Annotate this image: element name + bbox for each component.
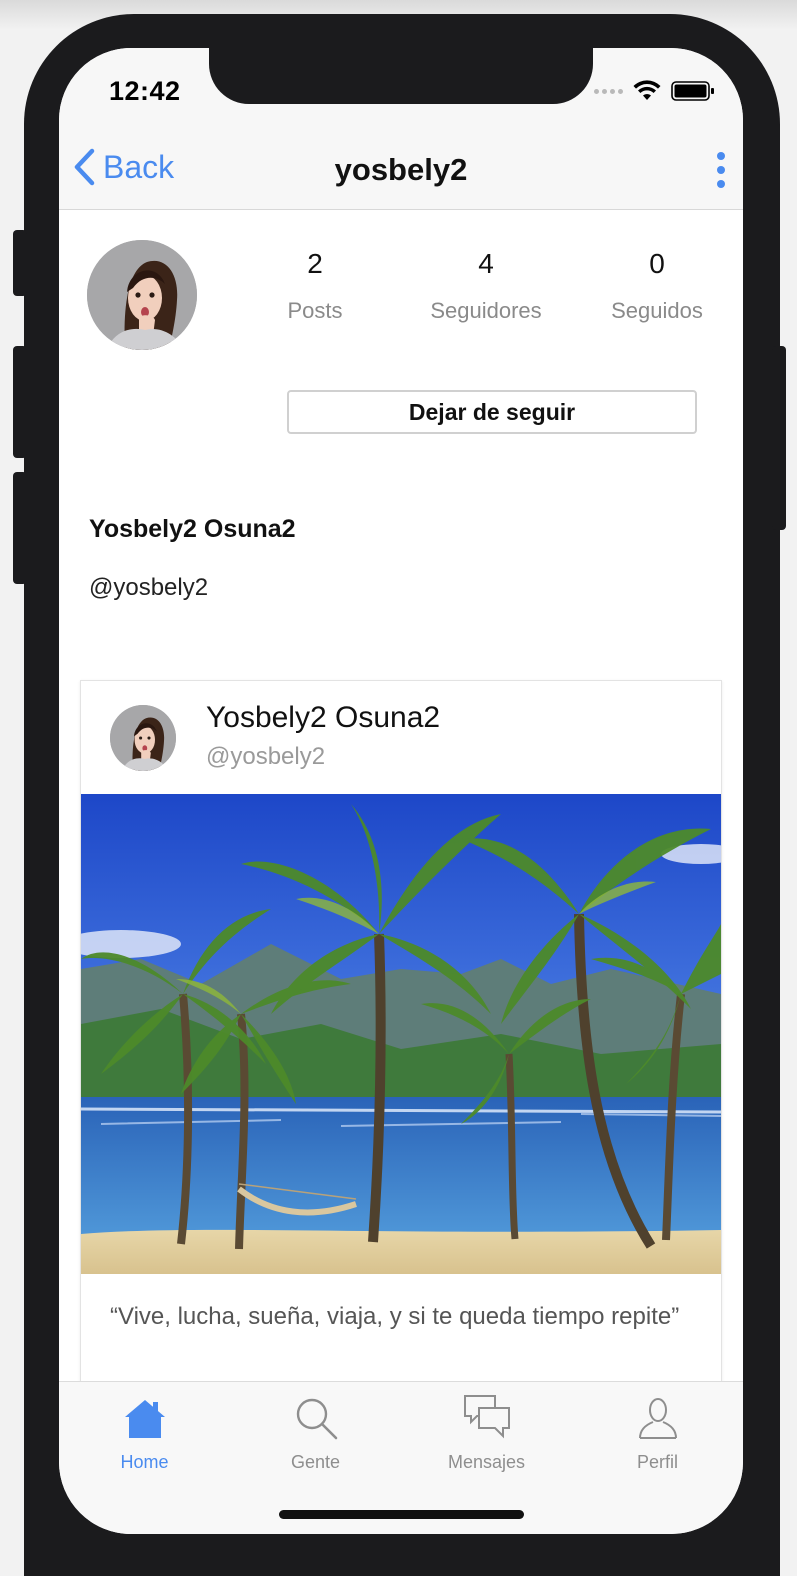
unfollow-button[interactable]: Dejar de seguir <box>287 390 697 434</box>
profile-avatar <box>87 240 197 350</box>
stat-following[interactable]: 0 Seguidos <box>577 248 737 324</box>
tab-label: Perfil <box>636 1452 678 1472</box>
search-icon <box>296 1398 337 1440</box>
post-author-avatar[interactable] <box>110 705 176 771</box>
volume-down-button <box>13 472 27 584</box>
person-icon <box>638 1398 677 1439</box>
tab-mensajes[interactable]: Mensajes <box>401 1392 572 1473</box>
mute-switch <box>13 230 27 296</box>
volume-up-button <box>13 346 27 458</box>
messages-icon <box>463 1395 510 1439</box>
status-time: 12:42 <box>109 76 181 106</box>
post-caption: “Vive, lucha, sueña, viaja, y si te qued… <box>110 1303 680 1330</box>
stat-followers[interactable]: 4 Seguidores <box>406 248 566 324</box>
home-indicator[interactable] <box>279 1510 524 1519</box>
stat-posts[interactable]: 2 Posts <box>235 248 395 324</box>
profile-full-name: Yosbely2 Osuna2 <box>89 515 296 543</box>
more-icon <box>717 152 725 160</box>
status-icons <box>594 80 715 102</box>
stat-value: 0 <box>649 248 665 279</box>
battery-icon <box>671 81 714 101</box>
post-author-handle: @yosbely2 <box>206 743 326 770</box>
tab-home[interactable]: Home <box>59 1392 230 1473</box>
page-title: yosbely2 <box>334 152 468 187</box>
post-author-name[interactable]: Yosbely2 Osuna2 <box>206 701 440 735</box>
profile-handle: @yosbely2 <box>89 574 209 601</box>
app-screenshot: 12:42 Back yosbely2 2 Posts 4 Seguidores… <box>0 0 797 1576</box>
beach-palm-photo <box>81 794 721 1274</box>
tab-perfil[interactable]: Perfil <box>572 1392 743 1473</box>
cellular-signal-icon <box>594 88 623 94</box>
stat-label: Seguidos <box>611 298 703 323</box>
post-image[interactable] <box>81 794 721 1274</box>
wifi-icon <box>633 80 661 100</box>
tab-label: Gente <box>290 1452 341 1472</box>
stat-value: 4 <box>478 248 494 279</box>
notch <box>209 48 593 104</box>
tab-label: Home <box>120 1452 169 1472</box>
stat-label: Posts <box>287 298 343 323</box>
power-button <box>772 346 786 530</box>
navigation-bar: 12:42 Back yosbely2 <box>59 48 743 210</box>
home-icon <box>124 1400 165 1438</box>
tab-label: Mensajes <box>447 1452 526 1472</box>
phone-screen: 12:42 Back yosbely2 2 Posts 4 Seguidores… <box>59 48 743 1534</box>
tab-gente[interactable]: Gente <box>230 1392 401 1473</box>
avatar-photo <box>87 240 197 350</box>
post-card[interactable]: Yosbely2 Osuna2 @yosbely2 “Vive, lucha, … <box>80 680 722 1400</box>
stat-label: Seguidores <box>430 298 542 323</box>
more-options-button[interactable] <box>717 152 725 188</box>
stat-value: 2 <box>307 248 323 279</box>
avatar-photo <box>110 705 176 771</box>
